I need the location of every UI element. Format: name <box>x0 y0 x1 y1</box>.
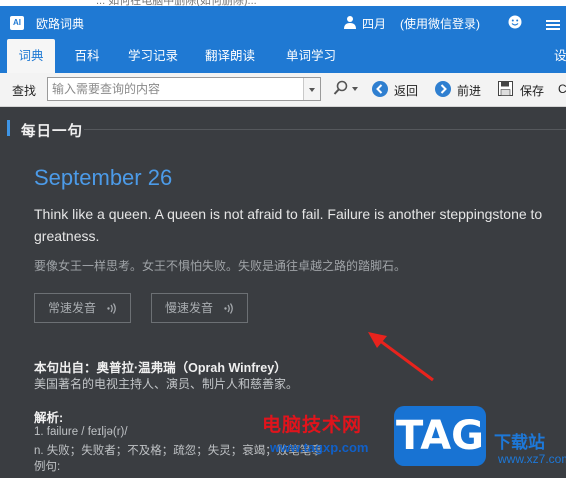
analysis-line: 例句: <box>34 461 61 473</box>
slow-speed-label: 慢速发音 <box>165 301 214 315</box>
watermark-logo: TAG <box>394 406 486 466</box>
quote-chinese: 要像女王一样思考。女王不惧怕失败。失败是通往卓越之路的踏脚石。 <box>34 259 407 273</box>
search-input[interactable] <box>48 78 304 100</box>
menu-icon[interactable] <box>546 20 560 22</box>
source-title: 本句出自：奥普拉·温弗瑞（Oprah Winfrey） <box>34 361 287 375</box>
daily-date: September 26 <box>34 165 173 190</box>
sound-icon <box>224 303 233 314</box>
search-box <box>47 77 321 101</box>
watermark-url: www.tagxp.com <box>270 440 369 455</box>
tab-study-history[interactable]: 学习记录 <box>121 39 185 73</box>
save-icon[interactable] <box>498 81 513 96</box>
normal-speed-label: 常速发音 <box>48 301 97 315</box>
toolbar: 查找 返回 前进 保存 C <box>0 73 566 107</box>
save-button[interactable]: 保存 <box>520 82 544 99</box>
tab-word-study[interactable]: 单词学习 <box>278 39 344 73</box>
user-icon[interactable] <box>344 15 356 29</box>
wechat-login-link[interactable]: (使用微信登录) <box>400 15 480 32</box>
back-button[interactable]: 返回 <box>394 82 418 99</box>
sound-icon <box>107 303 116 314</box>
section-title: 每日一句 <box>21 124 83 140</box>
section-divider <box>84 129 566 130</box>
app-logo-icon: AI <box>10 16 24 30</box>
section-marker <box>7 120 10 136</box>
source-description: 美国著名的电视主持人、演员、制片人和慈善家。 <box>34 377 299 391</box>
watermark-download-text: 下载站 <box>494 433 545 452</box>
analysis-line: 1. failure / feɪljə(r)/ <box>34 426 128 438</box>
user-name[interactable]: 四月 <box>362 15 386 32</box>
more-tool-label[interactable]: C <box>558 82 566 96</box>
tab-settings[interactable]: 设 <box>554 39 566 73</box>
app-title: 欧路词典 <box>36 17 85 31</box>
quote-english: Think like a queen. A queen is not afrai… <box>34 206 543 244</box>
analysis-title: 解析: <box>34 411 64 425</box>
smile-icon[interactable] <box>508 15 522 29</box>
search-history-dropdown[interactable] <box>303 78 320 100</box>
slow-speed-button[interactable]: 慢速发音 <box>151 293 248 323</box>
tab-dictionary[interactable]: 词典 <box>7 39 55 73</box>
forward-button[interactable]: 前进 <box>457 82 481 99</box>
back-icon[interactable] <box>372 81 388 97</box>
search-label: 查找 <box>12 84 37 98</box>
watermark-text: 电脑技术网 <box>262 415 363 436</box>
tab-bar: 词典 百科 学习记录 翻译朗读 单词学习 设 <box>0 39 566 73</box>
annotation-arrow-icon <box>368 332 434 382</box>
search-mode-dropdown-icon[interactable] <box>352 87 358 91</box>
tab-encyclopedia[interactable]: 百科 <box>65 39 109 73</box>
title-bar: AI 欧路词典 四月 (使用微信登录) <box>0 6 566 39</box>
search-icon[interactable] <box>333 80 349 98</box>
watermark-site: www.xz7.com <box>498 452 566 466</box>
forward-icon[interactable] <box>435 81 451 97</box>
tab-translate-read[interactable]: 翻译朗读 <box>197 39 263 73</box>
normal-speed-button[interactable]: 常速发音 <box>34 293 131 323</box>
